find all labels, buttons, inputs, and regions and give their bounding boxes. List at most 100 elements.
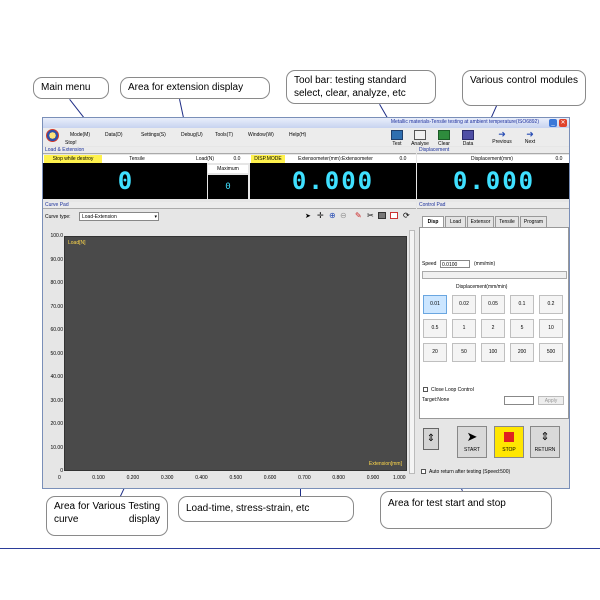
speed-button[interactable]: 100 <box>481 343 505 362</box>
callout-main-menu: Main menu <box>33 77 109 99</box>
callout-start-stop-text: Area for test start and stop <box>388 498 506 509</box>
maximum-display: 0 <box>208 175 248 199</box>
stop-button[interactable]: STOP <box>494 426 524 458</box>
load-header-row: Stop while destroy Tensile Load(N) 0.0 D… <box>43 155 416 163</box>
speed-button[interactable]: 0.02 <box>452 295 476 314</box>
pointer-tool-icon[interactable]: ➤ <box>305 212 311 220</box>
toolbar-data-button[interactable]: Data <box>455 129 481 147</box>
chevron-down-icon: ▾ <box>154 214 157 220</box>
stop-while-destroy[interactable]: Stop while destroy <box>44 155 102 163</box>
window-title: Metallic materials-Tensile testing at am… <box>390 119 539 125</box>
menu-tools[interactable]: Tools(T) <box>215 132 233 138</box>
scissors-icon[interactable]: ✂ <box>367 211 374 220</box>
crosshair-icon[interactable]: ✛ <box>317 211 324 220</box>
speed-button[interactable]: 50 <box>452 343 476 362</box>
displacement-group-label: Displacement(mm/min) <box>456 284 508 290</box>
displacement-zero: 0.0 <box>555 156 563 162</box>
tensile-label: Tensile <box>129 156 145 162</box>
displacement-header-row: Displacement(mm) 0.0 <box>417 155 569 163</box>
minimize-button[interactable]: _ <box>549 119 557 127</box>
toolbar-next-button[interactable]: ➜ Next <box>517 129 543 146</box>
y-axis-label: Load[N] <box>68 240 86 246</box>
callout-extension-text: Area for extension display <box>128 82 244 93</box>
speed-button[interactable]: 200 <box>510 343 534 362</box>
toolbar-analyse-button[interactable]: Analyse <box>407 129 433 147</box>
curve-type-select[interactable]: Load-Extension ▾ <box>79 212 159 221</box>
x-tick-label: 0.200 <box>126 475 140 481</box>
menu-settings[interactable]: Settings(S) <box>141 132 166 138</box>
speed-unit: (mm/min) <box>474 261 496 267</box>
tab-extensor[interactable]: Extensor <box>467 216 494 227</box>
refresh-icon[interactable]: ⟳ <box>403 211 410 220</box>
speed-button[interactable]: 0.2 <box>539 295 563 314</box>
y-tick-label: 90.00 <box>50 256 63 263</box>
title-bar: Metallic materials-Tensile testing at am… <box>43 118 569 128</box>
start-arrow-icon: ➤ <box>466 429 478 444</box>
x-tick-label: 0.700 <box>298 475 311 481</box>
menu-debug[interactable]: Debug(U) <box>181 132 203 138</box>
menu-help[interactable]: Help(H) <box>289 132 306 138</box>
speed-button[interactable]: 2 <box>481 319 505 338</box>
y-tick-label: 10.00 <box>50 444 63 451</box>
speed-input[interactable]: 0.0100 <box>440 260 470 268</box>
speed-button[interactable]: 0.05 <box>481 295 505 314</box>
control-pad-body: Speed 0.0100 (mm/min) Displacement(mm/mi… <box>419 227 569 419</box>
start-button[interactable]: ➤ START <box>457 426 487 458</box>
tab-load[interactable]: Load <box>445 216 466 227</box>
y-tick-label: 80.00 <box>50 280 63 286</box>
menu-mode[interactable]: Mode(M) <box>70 132 90 138</box>
menu-data[interactable]: Data(D) <box>105 132 123 138</box>
x-tick-label: 0.100 <box>92 475 105 481</box>
callout-main-menu-text: Main menu <box>41 82 91 93</box>
speed-button[interactable]: 5 <box>510 319 534 338</box>
main-menu-bar: Mode(M) Data(D) Settings(S) Debug(U) Too… <box>43 128 569 147</box>
callout-curve-text: Area for Various Testing curve display <box>54 501 160 525</box>
menu-window[interactable]: Window(W) <box>248 132 274 138</box>
control-pad-title: Control Pad <box>419 202 446 208</box>
pen-icon[interactable]: ✎ <box>355 211 362 220</box>
return-button[interactable]: ⇕ RETURN <box>530 426 560 458</box>
target-input[interactable] <box>504 396 534 405</box>
apply-button[interactable]: Apply <box>538 396 564 405</box>
zoom-in-icon[interactable]: ⊕ <box>329 211 336 220</box>
speed-button[interactable]: 20 <box>423 343 447 362</box>
tab-disp[interactable]: Disp <box>422 216 444 227</box>
curve-plot-area[interactable]: Load[N] Extension[mm] <box>64 236 407 471</box>
print-icon[interactable] <box>378 212 386 219</box>
load-zero: 0.0 <box>233 156 241 162</box>
auto-return-checkbox[interactable] <box>421 469 426 474</box>
footer-divider <box>0 548 600 549</box>
tab-program[interactable]: Program <box>520 216 547 227</box>
zoom-out-icon[interactable]: ⊖ <box>340 211 347 220</box>
chart-settings-icon[interactable] <box>390 212 398 219</box>
speed-button[interactable]: 1 <box>452 319 476 338</box>
speed-slider[interactable] <box>422 271 567 279</box>
stop-square-icon <box>504 432 514 442</box>
close-button[interactable]: ✕ <box>559 119 567 127</box>
speed-button[interactable]: 0.5 <box>423 319 447 338</box>
target-label: Target:None <box>422 397 450 403</box>
speed-button[interactable]: 0.01 <box>423 295 447 314</box>
y-tick-label: 20.00 <box>50 421 63 427</box>
tab-tensile[interactable]: Tensile <box>495 216 519 227</box>
jog-button[interactable]: ⇕ <box>423 428 439 450</box>
callout-toolbar: Tool bar: testing standard select, clear… <box>286 70 436 104</box>
speed-button[interactable]: 10 <box>539 319 563 338</box>
displacement-display: 0.000 <box>417 163 569 199</box>
x-tick-label: 0.300 <box>160 475 174 481</box>
y-tick-label: 70.00 <box>50 303 63 310</box>
speed-button[interactable]: 500 <box>539 343 563 362</box>
load-extension-bar: Load & Extension <box>43 147 416 154</box>
curve-type-row: Curve type: Load-Extension ▾ ➤ ✛ ⊕ ⊖ ✎ ✂ … <box>43 211 416 223</box>
callout-control-text: Various control modules <box>470 75 578 86</box>
x-tick-label: 0.800 <box>332 475 345 481</box>
x-tick-label: 0.600 <box>263 475 277 481</box>
y-tick-label: 60.00 <box>50 327 63 333</box>
plot-scrollbar[interactable] <box>409 230 415 474</box>
close-loop-checkbox[interactable] <box>423 387 428 392</box>
auto-return-label: Auto return after testing (Speed:500) <box>429 469 511 475</box>
toolbar-clear-button[interactable]: Clear <box>431 129 457 147</box>
app-logo-icon <box>46 129 59 142</box>
speed-button[interactable]: 0.1 <box>510 295 534 314</box>
toolbar-previous-button[interactable]: ➜ Previous <box>489 129 515 146</box>
